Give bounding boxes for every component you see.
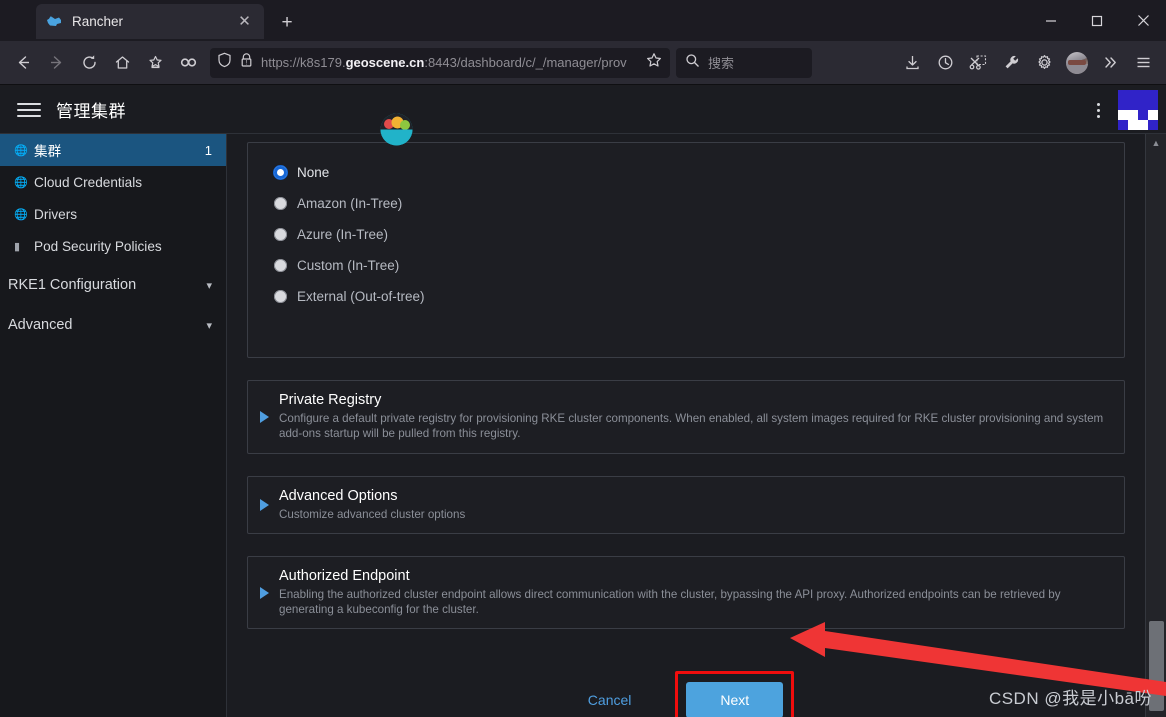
home-icon[interactable] — [106, 47, 138, 79]
url-text: https://k8s179.geoscene.cn:8443/dashboar… — [261, 55, 627, 70]
sidebar-item-count: 1 — [204, 142, 212, 158]
radio-label: External (Out-of-tree) — [297, 289, 425, 304]
search-input[interactable]: 搜索 — [708, 53, 734, 72]
rancher-logo-icon — [46, 13, 63, 30]
cloud-provider-radio-group: None Amazon (In-Tree) Azure (In-Tree) Cu… — [247, 142, 1125, 358]
browser-tab[interactable]: Rancher ✕ — [36, 4, 264, 39]
globe-icon: 🌐 — [14, 176, 28, 189]
header-right-actions — [1084, 86, 1166, 134]
radio-option-custom-in-tree[interactable]: Custom (In-Tree) — [248, 250, 1124, 281]
sidebar: 🌐 集群 1 🌐 Cloud Credentials 🌐 Drivers ▮ P… — [0, 134, 227, 717]
chevron-right-icon — [260, 410, 269, 423]
radio-label: Azure (In-Tree) — [297, 227, 389, 242]
collections-icon[interactable] — [139, 47, 171, 79]
radio-button-icon[interactable] — [274, 290, 287, 303]
radio-button-icon[interactable] — [274, 228, 287, 241]
radio-button-icon[interactable] — [274, 197, 287, 210]
reload-icon[interactable] — [73, 47, 105, 79]
browser-tab-title: Rancher — [72, 14, 124, 29]
accordion-description: Customize advanced cluster options — [279, 507, 466, 521]
forward-arrow-icon[interactable] — [40, 47, 72, 79]
next-button-highlight: Next — [675, 671, 795, 717]
app-menu-icon[interactable] — [1127, 47, 1159, 79]
scroll-area: None Amazon (In-Tree) Azure (In-Tree) Cu… — [227, 134, 1145, 717]
app-header: 管理集群 — [0, 86, 1166, 134]
accordion-description: Configure a default private registry for… — [279, 412, 1104, 441]
sidebar-item-label: Cloud Credentials — [34, 174, 143, 190]
sidebar-item-label: Drivers — [34, 206, 78, 222]
back-arrow-icon[interactable] — [7, 47, 39, 79]
chevron-down-icon: ▾ — [206, 319, 212, 332]
screenshot-icon[interactable] — [962, 47, 994, 79]
app-body: 🌐 集群 1 🌐 Cloud Credentials 🌐 Drivers ▮ P… — [0, 134, 1166, 717]
download-icon[interactable] — [896, 47, 928, 79]
lock-warning-icon[interactable]: ! — [239, 52, 254, 73]
main-content: None Amazon (In-Tree) Azure (In-Tree) Cu… — [227, 134, 1166, 717]
sidebar-item-cloud-credentials[interactable]: 🌐 Cloud Credentials — [0, 166, 226, 198]
avatar[interactable] — [1118, 90, 1158, 130]
radio-label: Custom (In-Tree) — [297, 258, 400, 273]
gear-icon[interactable] — [1028, 47, 1060, 79]
content-scrollbar[interactable]: ▲ — [1145, 134, 1166, 717]
search-icon — [685, 53, 700, 73]
radio-label: None — [297, 165, 330, 180]
sidebar-group-label: RKE1 Configuration — [8, 277, 137, 293]
sidebar-group-label: Advanced — [8, 317, 73, 333]
search-box[interactable]: 搜索 — [676, 47, 812, 78]
window-close-button[interactable] — [1120, 0, 1166, 41]
sidebar-group-advanced[interactable]: Advanced ▾ — [0, 308, 226, 342]
window-minimize-button[interactable] — [1028, 0, 1074, 41]
new-tab-button[interactable]: + — [273, 9, 301, 37]
cloud-provider-logo-icon — [380, 113, 413, 146]
wrench-icon[interactable] — [995, 47, 1027, 79]
sidebar-item-label: 集群 — [34, 144, 62, 159]
more-vertical-icon[interactable] — [1084, 93, 1112, 127]
star-icon[interactable] — [646, 52, 663, 73]
radio-button-icon[interactable] — [274, 259, 287, 272]
sidebar-item-drivers[interactable]: 🌐 Drivers — [0, 198, 226, 230]
url-bar[interactable]: ! https://k8s179.geoscene.cn:8443/dashbo… — [210, 47, 670, 78]
profile-avatar-icon[interactable] — [1061, 47, 1093, 79]
page-title: 管理集群 — [56, 102, 126, 121]
window-controls — [1028, 0, 1166, 41]
accordion-description: Enabling the authorized cluster endpoint… — [279, 587, 1061, 617]
browser-toolbar-icons — [896, 47, 1159, 79]
globe-icon: 🌐 — [14, 208, 28, 221]
watermark-text: CSDN @我是小bā吩 — [988, 689, 1152, 708]
window-maximize-button[interactable] — [1074, 0, 1120, 41]
chevron-down-icon: ▾ — [206, 279, 212, 292]
radio-option-none[interactable]: None — [248, 157, 1124, 188]
browser-tab-bar: Rancher ✕ + — [0, 0, 1166, 41]
sidebar-item-clusters[interactable]: 🌐 集群 1 — [0, 134, 226, 166]
radio-option-external-out-of-tree[interactable]: External (Out-of-tree) — [248, 281, 1124, 312]
accordion-title: Advanced Options — [279, 487, 398, 504]
radio-label: Amazon (In-Tree) — [297, 196, 403, 211]
folder-icon: ▮ — [14, 240, 21, 253]
radio-button-icon[interactable] — [274, 166, 287, 179]
history-icon[interactable] — [929, 47, 961, 79]
next-button[interactable]: Next — [686, 682, 784, 717]
sidebar-item-label: Pod Security Policies — [34, 238, 162, 254]
chevron-right-icon — [260, 498, 269, 511]
accordion-advanced-options[interactable]: Advanced Options Customize advanced clus… — [247, 475, 1125, 534]
accordion-title: Private Registry — [279, 392, 382, 408]
infinity-icon[interactable] — [172, 47, 204, 79]
globe-icon: 🌐 — [14, 144, 28, 157]
radio-option-azure-in-tree[interactable]: Azure (In-Tree) — [248, 219, 1124, 250]
shield-icon[interactable] — [217, 52, 232, 73]
rancher-app: 管理集群 🌐 集群 1 🌐 Cloud Credentials 🌐 Driver… — [0, 86, 1166, 717]
hamburger-menu-icon[interactable] — [12, 93, 46, 127]
browser-nav-bar: ! https://k8s179.geoscene.cn:8443/dashbo… — [0, 41, 1166, 85]
radio-option-amazon-in-tree[interactable]: Amazon (In-Tree) — [248, 188, 1124, 219]
accordion-title: Authorized Endpoint — [279, 567, 410, 584]
sidebar-item-pod-security-policies[interactable]: ▮ Pod Security Policies — [0, 230, 226, 262]
sidebar-group-rke1-configuration[interactable]: RKE1 Configuration ▾ — [0, 268, 226, 302]
cancel-button[interactable]: Cancel — [578, 684, 642, 716]
chevron-right-icon — [260, 586, 269, 599]
accordion-private-registry[interactable]: Private Registry Configure a default pri… — [247, 380, 1125, 454]
accordion-authorized-endpoint[interactable]: Authorized Endpoint Enabling the authori… — [247, 555, 1125, 630]
close-icon[interactable]: ✕ — [235, 12, 254, 31]
chevron-double-right-icon[interactable] — [1094, 47, 1126, 79]
scroll-up-arrow-icon[interactable]: ▲ — [1146, 134, 1166, 151]
